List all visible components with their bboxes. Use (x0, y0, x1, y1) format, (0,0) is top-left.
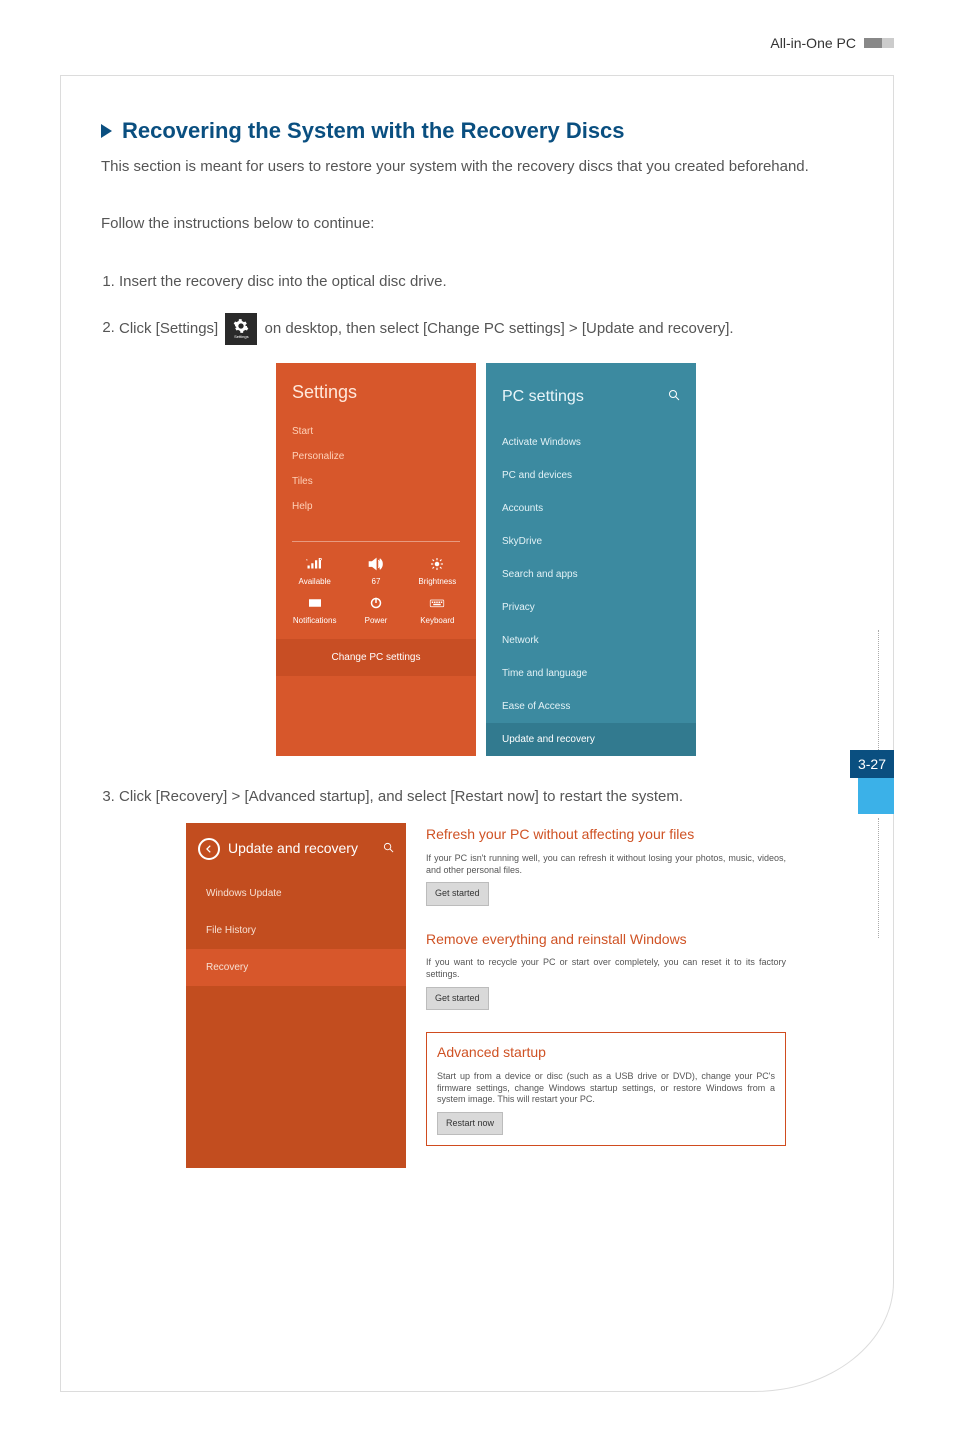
pcsettings-pc-and-devices[interactable]: PC and devices (486, 459, 696, 492)
power-tile[interactable]: Power (345, 595, 406, 628)
section-heading: Recovering the System with the Recovery … (101, 118, 853, 144)
notifications-tile[interactable]: Notifications (284, 595, 345, 628)
side-accent-block (858, 778, 894, 814)
settings-charm-title: Settings (276, 363, 476, 412)
keyboard-tile[interactable]: Keyboard (407, 595, 468, 628)
step-2: Click [Settings] Settings on desktop, th… (119, 313, 853, 756)
settings-tile-icon: Settings (225, 313, 257, 345)
figure-update-and-recovery: Update and recovery Windows Update File … (119, 823, 853, 1168)
refresh-get-started-button[interactable]: Get started (426, 882, 489, 905)
power-tile-label: Power (365, 616, 388, 625)
step-1: Insert the recovery disc into the optica… (119, 269, 853, 295)
update-panel-fill (186, 986, 406, 1136)
search-icon[interactable] (668, 383, 680, 410)
section-heading-text: Recovering the System with the Recovery … (122, 118, 625, 144)
settings-tile-label: Settings (234, 335, 248, 339)
step-3: Click [Recovery] > [Advanced startup], a… (119, 784, 853, 1169)
side-dots-top (878, 630, 880, 750)
pcsettings-skydrive[interactable]: SkyDrive (486, 525, 696, 558)
recovery-refresh-section: Refresh your PC without affecting your f… (426, 823, 786, 905)
gear-icon (233, 318, 249, 334)
follow-paragraph: Follow the instructions below to continu… (101, 213, 853, 236)
remove-get-started-button[interactable]: Get started (426, 987, 489, 1010)
pcsettings-network[interactable]: Network (486, 624, 696, 657)
refresh-desc: If your PC isn't running well, you can r… (426, 853, 786, 876)
update-panel-recovery[interactable]: Recovery (186, 949, 406, 986)
figure-settings-and-pcsettings: Settings Start Personalize Tiles Help * … (119, 363, 853, 756)
remove-desc: If you want to recycle your PC or start … (426, 957, 786, 980)
brand-icon (864, 38, 894, 48)
keyboard-icon (428, 595, 446, 611)
volume-tile-label: 67 (372, 577, 381, 586)
volume-icon (367, 556, 385, 572)
document-header: All-in-One PC (60, 35, 894, 57)
power-icon (367, 595, 385, 611)
notifications-icon (306, 595, 324, 611)
brand-label: All-in-One PC (770, 35, 856, 51)
recovery-options-pane: Refresh your PC without affecting your f… (426, 823, 786, 1168)
pcsettings-accounts[interactable]: Accounts (486, 492, 696, 525)
back-icon[interactable] (198, 838, 220, 860)
update-panel-header: Update and recovery (186, 823, 406, 875)
keyboard-tile-label: Keyboard (420, 616, 454, 625)
pcsettings-activate-windows[interactable]: Activate Windows (486, 426, 696, 459)
page-frame: Recovering the System with the Recovery … (60, 75, 894, 1392)
recovery-remove-section: Remove everything and reinstall Windows … (426, 928, 786, 1010)
pcsettings-time-and-language[interactable]: Time and language (486, 657, 696, 690)
brightness-tile-label: Brightness (418, 577, 456, 586)
charm-menu-start[interactable]: Start (292, 423, 460, 440)
side-dots-bottom (878, 818, 880, 938)
settings-charm-menu: Start Personalize Tiles Help (276, 411, 476, 541)
network-icon: * (306, 556, 324, 572)
refresh-title: Refresh your PC without affecting your f… (426, 823, 786, 847)
settings-charm-panel: Settings Start Personalize Tiles Help * … (276, 363, 476, 756)
step-2-text-b: on desktop, then select [Change PC setti… (265, 319, 734, 336)
advanced-restart-now-button[interactable]: Restart now (437, 1112, 503, 1135)
update-panel-file-history[interactable]: File History (186, 912, 406, 949)
instruction-list: Insert the recovery disc into the optica… (101, 269, 853, 1168)
update-panel-windows-update[interactable]: Windows Update (186, 875, 406, 912)
settings-charm-tiles: * Available 67 Brightness (276, 542, 476, 639)
pc-settings-title: PC settings (502, 383, 584, 410)
notifications-tile-label: Notifications (293, 616, 337, 625)
chevron-right-icon (101, 124, 112, 138)
recovery-advanced-section: Advanced startup Start up from a device … (426, 1032, 786, 1146)
remove-title: Remove everything and reinstall Windows (426, 928, 786, 952)
pc-settings-header: PC settings (486, 363, 696, 426)
pcsettings-ease-of-access[interactable]: Ease of Access (486, 690, 696, 723)
brightness-tile[interactable]: Brightness (407, 556, 468, 589)
network-tile[interactable]: * Available (284, 556, 345, 589)
pc-settings-panel: PC settings Activate Windows PC and devi… (486, 363, 696, 756)
network-tile-label: Available (299, 577, 331, 586)
side-page-tab: 3-27 (850, 630, 894, 938)
change-pc-settings-link[interactable]: Change PC settings (276, 639, 476, 676)
advanced-desc: Start up from a device or disc (such as … (437, 1071, 775, 1106)
pcsettings-privacy[interactable]: Privacy (486, 591, 696, 624)
charm-menu-tiles[interactable]: Tiles (292, 473, 460, 490)
update-and-recovery-panel: Update and recovery Windows Update File … (186, 823, 406, 1168)
step-3-text: Click [Recovery] > [Advanced startup], a… (119, 788, 683, 805)
step-2-text-a: Click [Settings] (119, 319, 218, 336)
charm-menu-help[interactable]: Help (292, 498, 460, 515)
search-icon[interactable] (383, 837, 394, 861)
volume-tile[interactable]: 67 (345, 556, 406, 589)
pcsettings-update-and-recovery[interactable]: Update and recovery (486, 723, 696, 756)
advanced-title: Advanced startup (437, 1041, 775, 1065)
brightness-icon (428, 556, 446, 572)
charm-menu-personalize[interactable]: Personalize (292, 448, 460, 465)
update-panel-title: Update and recovery (228, 837, 358, 861)
pcsettings-search-and-apps[interactable]: Search and apps (486, 558, 696, 591)
intro-paragraph: This section is meant for users to resto… (101, 156, 853, 179)
page-number-badge: 3-27 (850, 750, 894, 778)
svg-text:*: * (306, 558, 308, 563)
